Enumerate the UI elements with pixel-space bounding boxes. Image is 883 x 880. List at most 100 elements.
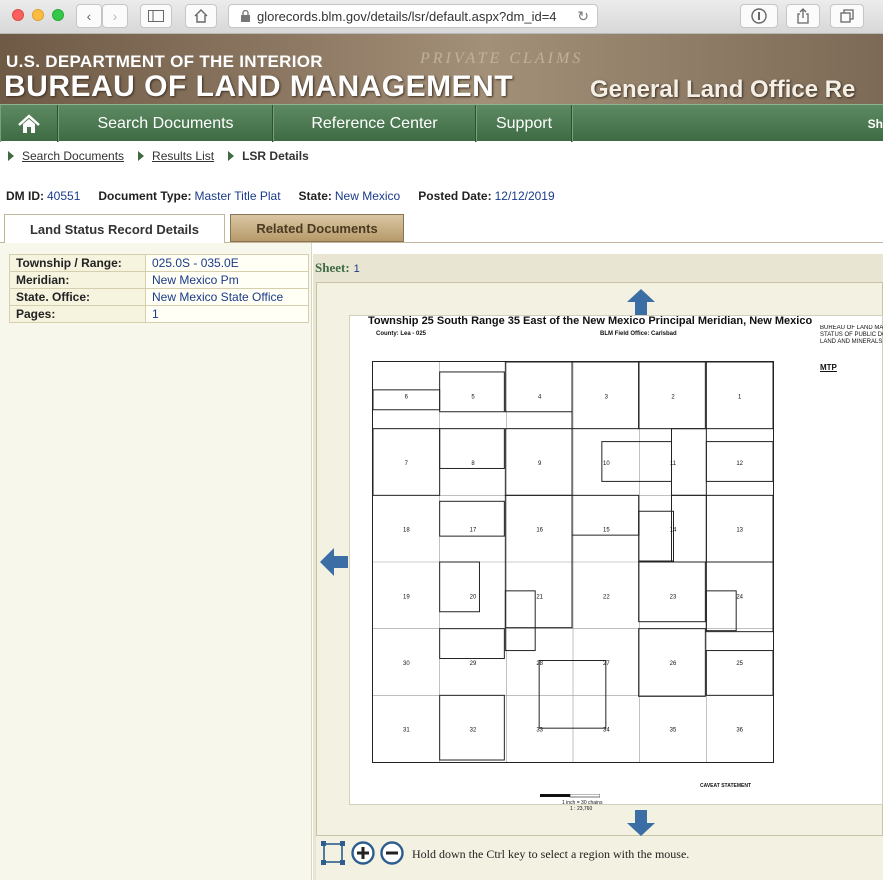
section-number: 22 bbox=[603, 594, 610, 600]
section-number: 7 bbox=[405, 461, 409, 467]
nav-support[interactable]: Support bbox=[476, 105, 572, 142]
section-number: 35 bbox=[670, 728, 677, 734]
sidebar-button[interactable] bbox=[140, 4, 172, 28]
bureau-title: BUREAU OF LAND MANAGEMENT bbox=[4, 70, 514, 103]
document-info-row: DM ID: 40551 Document Type: Master Title… bbox=[6, 189, 573, 203]
select-region-icon[interactable] bbox=[321, 841, 345, 865]
table-row: Pages: 1 bbox=[9, 305, 309, 323]
share-button[interactable] bbox=[786, 4, 820, 28]
tab-related-documents[interactable]: Related Documents bbox=[230, 214, 404, 242]
address-bar[interactable]: glorecords.blm.gov/details/lsr/default.a… bbox=[228, 4, 598, 28]
section-number: 1 bbox=[738, 394, 742, 400]
section-number: 29 bbox=[470, 661, 477, 667]
plat-field-office: BLM Field Office: Carlsbad bbox=[600, 331, 677, 337]
banner-watermark: PRIVATE CLAIMS bbox=[420, 50, 584, 67]
section-number: 31 bbox=[403, 728, 410, 734]
doc-type-label: Document Type: bbox=[98, 189, 192, 203]
posted-date-label: Posted Date: bbox=[418, 189, 492, 203]
section-number: 28 bbox=[536, 661, 543, 667]
state-value: New Mexico bbox=[334, 189, 401, 203]
section-number: 11 bbox=[670, 461, 677, 467]
section-number: 33 bbox=[536, 728, 543, 734]
section-number: 16 bbox=[536, 528, 543, 534]
parcel-outline bbox=[601, 441, 673, 482]
section-number: 19 bbox=[403, 594, 410, 600]
section-number: 23 bbox=[670, 594, 677, 600]
section-number: 20 bbox=[470, 594, 477, 600]
plat-side-heading: BUREAU OF LAND MA STATUS OF PUBLIC DO LA… bbox=[820, 325, 883, 346]
plat-title: Township 25 South Range 35 East of the N… bbox=[368, 315, 813, 327]
sidebar-icon bbox=[148, 10, 164, 22]
meridian-value: New Mexico Pm bbox=[145, 271, 309, 289]
parcel-outline bbox=[705, 650, 773, 696]
viewer-hint: Hold down the Ctrl key to select a regio… bbox=[412, 847, 690, 861]
pages-value: 1 bbox=[145, 305, 309, 323]
section-number: 10 bbox=[603, 461, 610, 467]
side-line: LAND AND MINERALS bbox=[820, 339, 883, 345]
reload-icon[interactable]: ↻ bbox=[577, 8, 589, 25]
tabs-button[interactable] bbox=[830, 4, 864, 28]
parcel-outline bbox=[638, 510, 674, 562]
parcel-outline bbox=[504, 590, 536, 652]
zoom-out-icon[interactable] bbox=[380, 841, 404, 865]
pages-label: Pages: bbox=[9, 305, 146, 323]
section-number: 32 bbox=[470, 728, 477, 734]
breadcrumb-results-list[interactable]: Results List bbox=[152, 149, 214, 163]
section-number: 4 bbox=[538, 394, 542, 400]
details-table: Township / Range: 025.0S - 035.0E Meridi… bbox=[9, 254, 309, 323]
triangle-right-icon bbox=[228, 151, 235, 161]
breadcrumb-current: LSR Details bbox=[242, 149, 309, 163]
parcel-outline bbox=[671, 494, 707, 563]
meridian-label: Meridian: bbox=[9, 271, 146, 289]
section-number: 18 bbox=[403, 528, 410, 534]
department-title: U.S. DEPARTMENT OF THE INTERIOR bbox=[6, 52, 323, 71]
section-number: 2 bbox=[671, 394, 675, 400]
section-number: 6 bbox=[405, 394, 409, 400]
triangle-right-icon bbox=[8, 151, 14, 161]
sheet-label: Sheet: bbox=[315, 260, 350, 275]
triangle-right-icon bbox=[138, 151, 145, 161]
section-number: 3 bbox=[605, 394, 609, 400]
parcel-outline bbox=[538, 660, 607, 729]
section-number: 8 bbox=[471, 461, 475, 467]
minimize-window-button[interactable] bbox=[32, 9, 44, 21]
reader-button[interactable] bbox=[740, 4, 778, 28]
nav-search-documents[interactable]: Search Documents bbox=[58, 105, 273, 142]
nav-reference-center[interactable]: Reference Center bbox=[273, 105, 476, 142]
nav-cut-item[interactable]: Sh bbox=[572, 105, 883, 142]
url-text: glorecords.blm.gov/details/lsr/default.a… bbox=[257, 8, 557, 24]
tab-land-status-details[interactable]: Land Status Record Details bbox=[4, 214, 225, 243]
section-number: 27 bbox=[603, 661, 610, 667]
site-banner: PRIVATE CLAIMS U.S. DEPARTMENT OF THE IN… bbox=[0, 34, 883, 104]
table-row: Township / Range: 025.0S - 035.0E bbox=[9, 254, 309, 272]
section-number: 17 bbox=[470, 528, 477, 534]
home-button[interactable] bbox=[185, 4, 217, 28]
chevron-left-icon: ‹ bbox=[86, 8, 92, 24]
sheet-value: 1 bbox=[353, 263, 360, 275]
zoom-in-icon[interactable] bbox=[351, 841, 375, 865]
breadcrumb-search-documents[interactable]: Search Documents bbox=[22, 149, 124, 163]
section-number: 13 bbox=[736, 528, 743, 534]
sheet-indicator: Sheet: 1 bbox=[315, 260, 360, 276]
tabs-icon bbox=[840, 9, 854, 23]
zoom-window-button[interactable] bbox=[52, 9, 64, 21]
table-row: Meridian: New Mexico Pm bbox=[9, 271, 309, 289]
pan-up-arrow-icon[interactable] bbox=[627, 289, 655, 315]
state-label: State: bbox=[298, 189, 332, 203]
forward-button[interactable]: › bbox=[102, 4, 128, 28]
close-window-button[interactable] bbox=[12, 9, 24, 21]
section-number: 24 bbox=[736, 594, 743, 600]
parcel-outline bbox=[705, 590, 737, 632]
pan-left-arrow-icon[interactable] bbox=[320, 548, 348, 576]
plat-county: County: Lea - 025 bbox=[376, 331, 427, 337]
chevron-right-icon: › bbox=[112, 8, 118, 24]
posted-date-value: 12/12/2019 bbox=[494, 189, 555, 203]
back-button[interactable]: ‹ bbox=[76, 4, 102, 28]
pan-down-arrow-icon[interactable] bbox=[627, 810, 655, 836]
dm-id-label: DM ID: bbox=[6, 189, 44, 203]
office-title: General Land Office Re bbox=[590, 76, 856, 103]
nav-home[interactable] bbox=[0, 105, 58, 142]
doc-type-value: Master Title Plat bbox=[194, 189, 281, 203]
parcel-outline bbox=[638, 561, 706, 623]
parcel-outline bbox=[504, 362, 573, 413]
